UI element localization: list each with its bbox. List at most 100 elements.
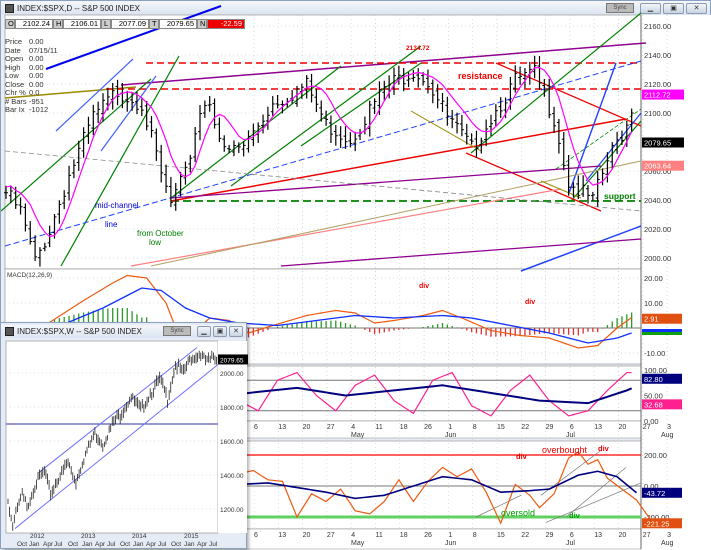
month-label: Jun	[445, 432, 456, 439]
cci-annotation-div1: div	[516, 452, 528, 461]
price-tick: 2040.00	[644, 196, 671, 205]
cci-value-label: -221.25	[644, 519, 669, 528]
weekly-date-tick: Jan	[29, 541, 40, 548]
restore-button[interactable]: ▣	[213, 326, 227, 337]
month-label: Aug	[661, 432, 674, 439]
cursor-info-panel: Price 0.00 Date 07/15/11 Open 0.00 High 0.00 Low…	[5, 37, 58, 115]
macd-title: MACD(12,26,9)	[7, 272, 52, 279]
weekly-date-tick: Oct	[68, 541, 78, 548]
date-tick: 6	[570, 424, 574, 431]
weekly-tick: 1800.00	[220, 405, 244, 412]
weekly-date-tick: Apr	[43, 541, 54, 548]
signal-value-marker	[642, 329, 682, 332]
ohlc-key: H	[53, 19, 63, 29]
annotation-high: 2134.72	[406, 45, 430, 52]
ohlc-key: O	[5, 19, 15, 29]
date-tick: 11	[376, 424, 383, 431]
date-tick: 27	[327, 532, 335, 539]
date-tick: 13	[278, 424, 286, 431]
histogram-value-marker	[642, 332, 682, 335]
inset-title-bar[interactable]: INDEX:$SPX,W -- S&P 500 INDEX Sync ▁ ▣ ✕	[1, 325, 246, 338]
annotation-mid1: mid-channel	[95, 201, 139, 210]
date-tick: 3	[667, 424, 671, 431]
info-value: -1012	[29, 105, 49, 114]
date-tick: 27	[643, 532, 651, 539]
weekly-tick: 2000.00	[220, 371, 244, 378]
macd-div-label: div	[525, 299, 535, 306]
weekly-year-label: 2012	[30, 533, 45, 540]
close-button[interactable]: ✕	[229, 326, 243, 337]
date-tick: 3	[667, 532, 671, 539]
ohlc-key: L	[101, 19, 111, 29]
macd-value-label: 2.91	[644, 315, 659, 324]
price-tick: 2120.00	[644, 80, 671, 89]
sync-button[interactable]: Sync	[163, 326, 191, 336]
date-tick: 6	[570, 532, 574, 539]
date-tick: 1	[448, 424, 452, 431]
ohlc-value: 2106.01	[63, 19, 101, 29]
weekly-date-tick: Apr	[95, 541, 106, 548]
stoch-tick: 50.00	[644, 392, 663, 401]
price-tick: 2020.00	[644, 225, 671, 234]
month-label: Jul	[566, 540, 575, 547]
info-row: Bar Ix -1012	[5, 105, 58, 115]
date-tick: 22	[521, 424, 529, 431]
annotation-mid2: line	[105, 220, 118, 229]
cci-annotation-div3: div	[569, 511, 581, 520]
date-tick: 29	[546, 532, 554, 539]
stoch-tick: 0.00	[644, 417, 659, 426]
price-tick: 2140.00	[644, 51, 671, 60]
ohlc-key: N	[197, 19, 207, 29]
weekly-date-tick: Jan	[184, 541, 195, 548]
annotation-support: support	[604, 191, 636, 201]
macd-tick: 20.00	[644, 274, 663, 283]
weekly-date-tick: Jan	[82, 541, 93, 548]
annotation-oct1: from October	[137, 229, 184, 238]
stoch-fast-label: 32.68	[644, 400, 663, 409]
ohlc-bar: O 2102.24 H 2106.01 L 2077.09 T 2079.65 N -22.59	[5, 19, 245, 29]
date-tick: 20	[619, 424, 627, 431]
weekly-date-tick: Jul	[107, 541, 116, 548]
cci-annotation-oversold: oversold	[501, 508, 535, 518]
date-tick: 13	[278, 532, 286, 539]
weekly-tick: 1600.00	[220, 439, 244, 446]
weekly-tick: 1200.00	[220, 507, 244, 514]
macd-tick: -10.00	[644, 349, 665, 358]
date-tick: 6	[254, 424, 258, 431]
channel-value-label: 2063.64	[644, 162, 671, 171]
weekly-chart[interactable]: 2000.00 1800.00 1600.00 1400.00 1200.00 2079.…	[1, 340, 248, 550]
date-tick: 6	[254, 532, 258, 539]
weekly-chart-window: INDEX:$SPX,W -- S&P 500 INDEX Sync ▁ ▣ ✕…	[0, 322, 248, 550]
ohlc-value: 2079.65	[159, 19, 197, 29]
weekly-date-tick: Jul	[158, 541, 167, 548]
ohlc-value: -22.59	[207, 19, 245, 29]
stoch-slow-label: 82.80	[644, 375, 663, 384]
date-tick: 8	[473, 424, 477, 431]
ma-value-label: 2112.72	[644, 91, 671, 100]
weekly-year-label: 2014	[132, 533, 147, 540]
date-tick: 4	[351, 532, 355, 539]
date-tick: 29	[546, 424, 554, 431]
cci-avg-label: -43.72	[644, 489, 665, 498]
annotation-oct2: low	[149, 238, 161, 247]
date-tick: 22	[521, 532, 529, 539]
month-label: Jun	[445, 540, 456, 547]
minimize-button[interactable]: ▁	[197, 326, 211, 337]
date-tick: 18	[400, 424, 408, 431]
weekly-date-tick: Jul	[54, 541, 63, 548]
date-tick: 20	[303, 532, 311, 539]
chart-pane	[4, 14, 642, 270]
cci-annotation-div2: div	[598, 444, 610, 453]
cci-annotation-overbought: overbought	[542, 445, 588, 455]
weekly-date-tick: Jan	[133, 541, 144, 548]
ohlc-value: 2077.09	[111, 19, 149, 29]
date-tick: 13	[594, 532, 602, 539]
date-tick: 13	[594, 424, 602, 431]
month-label: May	[351, 540, 365, 547]
last-price-label: 2079.65	[644, 139, 671, 148]
weekly-date-tick: Apr	[197, 541, 208, 548]
weekly-date-tick: Oct	[17, 541, 27, 548]
date-tick: 27	[327, 424, 335, 431]
date-tick: 1	[448, 532, 452, 539]
ohlc-key: T	[149, 19, 159, 29]
